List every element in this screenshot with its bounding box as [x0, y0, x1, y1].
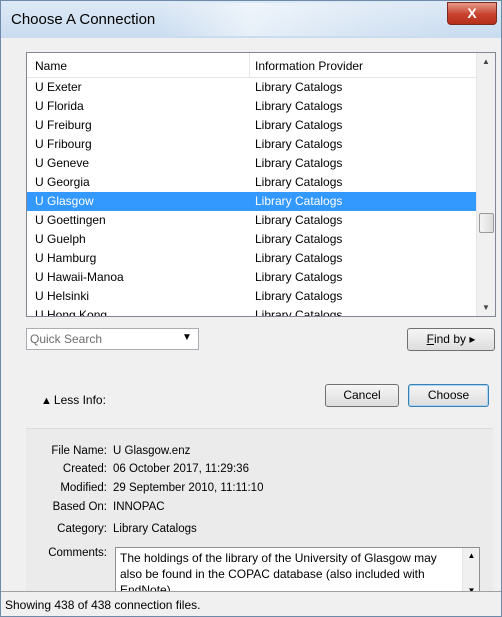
list-item[interactable]: U Hawaii-Manoa Library Catalogs [27, 268, 476, 287]
list-item-provider: Library Catalogs [255, 194, 343, 208]
title-bar[interactable]: Choose A Connection X [1, 1, 501, 38]
window-title: Choose A Connection [11, 11, 156, 28]
find-by-button[interactable]: Find by ▸ [407, 328, 495, 351]
list-header: Name Information Provider [27, 53, 476, 78]
status-bar: Showing 438 of 438 connection files. [1, 591, 501, 616]
list-item-provider: Library Catalogs [255, 156, 343, 170]
list-item-name: U Hong Kong [35, 308, 108, 317]
list-item-name: U Exeter [35, 80, 82, 94]
less-info-label: Less Info: [53, 393, 106, 407]
connection-list[interactable]: Name Information Provider U Exeter Librar… [26, 52, 496, 317]
list-item-provider: Library Catalogs [255, 118, 343, 132]
list-item[interactable]: U Hamburg Library Catalogs [27, 249, 476, 268]
cancel-button[interactable]: Cancel [325, 384, 399, 407]
list-item-name: U Hamburg [35, 251, 97, 265]
list-item-provider: Library Catalogs [255, 289, 343, 303]
close-icon: X [467, 5, 477, 21]
list-rows: U Exeter Library Catalogs U Florida Library… [27, 78, 476, 317]
list-item-name: U Fribourg [35, 137, 92, 151]
list-item-provider: Library Catalogs [255, 137, 343, 151]
category-value: Library Catalogs [113, 523, 197, 535]
comments-label: Comments: [48, 547, 107, 559]
list-item-provider: Library Catalogs [255, 80, 343, 94]
column-header-provider[interactable]: Information Provider [255, 59, 363, 73]
modified-label: Modified: [60, 482, 107, 494]
find-by-label: Find by [426, 332, 466, 346]
quick-search-input[interactable]: Quick Search [30, 332, 102, 346]
column-header-name[interactable]: Name [35, 59, 67, 73]
less-info-toggle[interactable]: ▲ Less Info: [41, 393, 106, 407]
list-item-provider: Library Catalogs [255, 175, 343, 189]
file-name-label: File Name: [51, 445, 107, 457]
created-value: 06 October 2017, 11:29:36 [113, 463, 249, 475]
list-item-name: U Freiburg [35, 118, 92, 132]
choose-button[interactable]: Choose [408, 384, 489, 407]
file-name-value: U Glasgow.enz [113, 445, 191, 457]
list-item-provider: Library Catalogs [255, 270, 343, 284]
list-item[interactable]: U Guelph Library Catalogs [27, 230, 476, 249]
close-button[interactable]: X [447, 2, 497, 25]
list-item-provider: Library Catalogs [255, 213, 343, 227]
based-on-label: Based On: [52, 501, 107, 513]
column-separator[interactable] [249, 53, 250, 77]
scroll-thumb[interactable] [479, 213, 494, 233]
list-item[interactable]: U Goettingen Library Catalogs [27, 211, 476, 230]
up-arrow-icon: ▲ [41, 395, 52, 407]
find-by-arrow-icon: ▸ [469, 332, 476, 346]
quick-search-combo[interactable]: Quick Search ▼ [26, 328, 199, 350]
list-scrollbar[interactable]: ▲ ▼ [476, 53, 495, 316]
list-item[interactable]: U Freiburg Library Catalogs [27, 116, 476, 135]
list-item-name: U Florida [35, 99, 84, 113]
modified-value: 29 September 2010, 11:11:10 [113, 482, 264, 494]
list-item-name: U Glasgow [35, 194, 94, 208]
based-on-value: INNOPAC [113, 501, 165, 513]
scroll-down-icon[interactable]: ▼ [477, 299, 495, 316]
connection-info-panel: File Name: U Glasgow.enz Created: 06 Oct… [26, 428, 493, 616]
list-item[interactable]: U Exeter Library Catalogs [27, 78, 476, 97]
list-item-provider: Library Catalogs [255, 99, 343, 113]
list-item[interactable]: U Helsinki Library Catalogs [27, 287, 476, 306]
status-text: Showing 438 of 438 connection files. [5, 598, 201, 612]
list-item-provider: Library Catalogs [255, 308, 343, 317]
dropdown-arrow-icon[interactable]: ▼ [182, 332, 192, 343]
list-item-name: U Georgia [35, 175, 90, 189]
scroll-up-icon[interactable]: ▲ [477, 53, 495, 70]
list-item[interactable]: U Geneve Library Catalogs [27, 154, 476, 173]
dialog-body: Name Information Provider U Exeter Librar… [11, 38, 496, 616]
scroll-up-icon[interactable]: ▲ [463, 551, 479, 560]
list-item[interactable]: U Glasgow Library Catalogs [27, 192, 476, 211]
list-item[interactable]: U Georgia Library Catalogs [27, 173, 476, 192]
list-item-name: U Geneve [35, 156, 90, 170]
category-label: Category: [57, 523, 107, 535]
list-item-name: U Guelph [35, 232, 86, 246]
list-item[interactable]: U Hong Kong Library Catalogs [27, 306, 476, 317]
list-item-provider: Library Catalogs [255, 232, 343, 246]
list-item-name: U Helsinki [35, 289, 90, 303]
list-item-provider: Library Catalogs [255, 251, 343, 265]
list-item[interactable]: U Fribourg Library Catalogs [27, 135, 476, 154]
list-item[interactable]: U Florida Library Catalogs [27, 97, 476, 116]
choose-connection-dialog: Choose A Connection X Name Information P… [0, 0, 502, 617]
list-item-name: U Hawaii-Manoa [35, 270, 124, 284]
created-label: Created: [62, 463, 107, 475]
title-bar-glass [161, 3, 456, 36]
list-item-name: U Goettingen [35, 213, 106, 227]
